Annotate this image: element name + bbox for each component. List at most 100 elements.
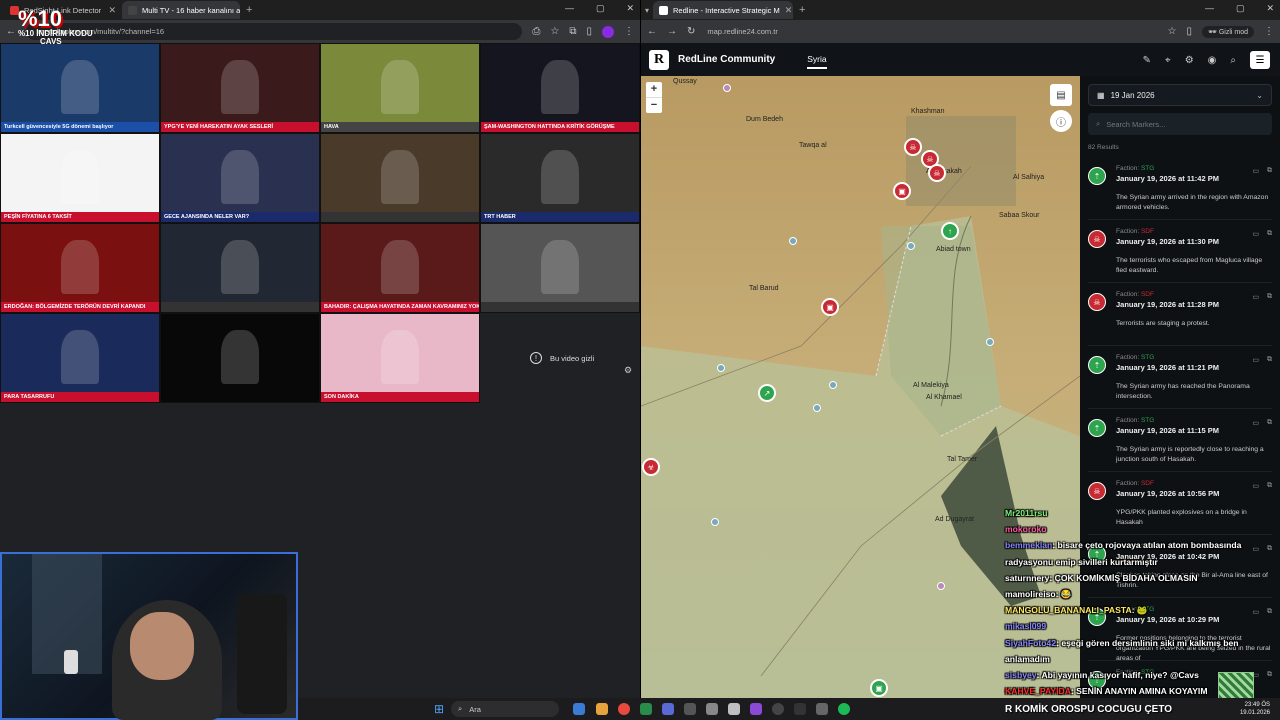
- marker-stg[interactable]: ↗: [758, 384, 776, 402]
- tv-channel-tile[interactable]: ŞAM-WASHINGTON HATTINDA KRİTİK GÖRÜŞME: [480, 43, 640, 133]
- taskbar-app-icon[interactable]: [640, 703, 652, 715]
- tv-channel-tile[interactable]: YPG'YE YENİ HAREKATIN AYAK SESLERİ: [160, 43, 320, 133]
- marker-stg[interactable]: ▣: [870, 679, 888, 697]
- settings-gear-icon[interactable]: ⚙: [624, 365, 632, 376]
- menu-dots-icon[interactable]: ⋮: [624, 26, 634, 37]
- search-icon[interactable]: ⌕: [1230, 55, 1236, 66]
- tv-channel-tile[interactable]: SON DAKİKA: [320, 313, 480, 403]
- map-pin[interactable]: [717, 364, 725, 372]
- profile-avatar[interactable]: [602, 25, 614, 38]
- taskbar-search[interactable]: ⌕ Ara: [451, 701, 559, 717]
- marker-sdf[interactable]: ☠: [928, 164, 946, 182]
- url-field[interactable]: mertskaplan.com/multitv/?channel=16: [26, 23, 523, 40]
- taskbar-app-icon[interactable]: [706, 703, 718, 715]
- tv-channel-tile[interactable]: TRT HABER: [480, 133, 640, 223]
- marker-entry[interactable]: ☠ Faction: SDF January 19, 2026 at 11:28 P…: [1088, 283, 1272, 346]
- map-layers-button[interactable]: ▤: [1050, 84, 1072, 106]
- taskbar-app-icon[interactable]: [816, 703, 828, 715]
- draw-icon[interactable]: ✎: [1143, 55, 1151, 66]
- map-pin[interactable]: [711, 518, 719, 526]
- app-logo[interactable]: R: [649, 49, 669, 70]
- sidebar-icon[interactable]: ▯: [1186, 26, 1192, 37]
- taskbar-app-icon[interactable]: [772, 703, 784, 715]
- map-pin[interactable]: [829, 381, 837, 389]
- taskbar-app-icon[interactable]: [750, 703, 762, 715]
- taskbar-app-icon[interactable]: [573, 703, 585, 715]
- maximize-icon[interactable]: ▢: [596, 3, 605, 14]
- external-link-icon[interactable]: ⧉: [1267, 167, 1272, 175]
- map-pin[interactable]: [789, 237, 797, 245]
- tv-channel-tile[interactable]: ERDOĞAN: BÖLGEMİZDE TERÖRÜN DEVRİ KAPAND…: [0, 223, 160, 313]
- forward-icon[interactable]: →: [667, 26, 677, 37]
- chrome-icon[interactable]: [618, 703, 630, 715]
- new-tab-icon[interactable]: +: [246, 4, 252, 16]
- map-pin[interactable]: [813, 404, 821, 412]
- incognito-badge[interactable]: 🕶 Gizli mod: [1201, 25, 1254, 38]
- install-icon[interactable]: ⎙: [532, 26, 540, 37]
- close-window-icon[interactable]: ✕: [1266, 3, 1274, 14]
- sidebar-icon[interactable]: ▯: [586, 26, 592, 37]
- minimize-icon[interactable]: —: [1205, 3, 1214, 14]
- close-tab-icon[interactable]: ✕: [108, 5, 116, 16]
- video-icon[interactable]: ▭: [1252, 482, 1259, 490]
- hamburger-menu-icon[interactable]: ☰: [1250, 51, 1270, 69]
- menu-dots-icon[interactable]: ⋮: [1264, 26, 1274, 37]
- marker-search-field[interactable]: ⌕ Search Markers...: [1088, 113, 1272, 135]
- tv-channel-tile[interactable]: [160, 223, 320, 313]
- new-tab-icon[interactable]: +: [799, 4, 805, 16]
- external-link-icon[interactable]: ⧉: [1267, 230, 1272, 238]
- map-pin[interactable]: [986, 338, 994, 346]
- marker-stg[interactable]: ↑: [941, 222, 959, 240]
- marker-sdf[interactable]: ☣: [642, 458, 660, 476]
- back-icon[interactable]: ←: [6, 26, 16, 37]
- location-pin-icon[interactable]: ⌖: [1165, 55, 1171, 66]
- zoom-in-button[interactable]: +: [646, 82, 662, 97]
- marker-entry[interactable]: ☠ Faction: SDF January 19, 2026 at 11:30 P…: [1088, 220, 1272, 283]
- marker-sdf[interactable]: ☠: [904, 138, 922, 156]
- reload-icon[interactable]: ↻: [687, 26, 695, 37]
- tab-multitv[interactable]: Multi TV - 16 haber kanalını ay ✕: [122, 1, 240, 19]
- tv-channel-tile[interactable]: PARA TASARRUFU: [0, 313, 160, 403]
- taskbar-app-icon[interactable]: [596, 703, 608, 715]
- tv-channel-tile[interactable]: Turkcell güvencesiyle 5G dönemi başlıyor: [0, 43, 160, 133]
- map-pin[interactable]: [723, 84, 731, 92]
- marker-sdf[interactable]: ▣: [893, 182, 911, 200]
- external-link-icon[interactable]: ⧉: [1267, 482, 1272, 490]
- close-window-icon[interactable]: ✕: [626, 3, 634, 14]
- date-selector[interactable]: ▦ 19 Jan 2026 ⌄: [1088, 84, 1272, 106]
- zoom-out-button[interactable]: −: [646, 97, 662, 113]
- marker-entry[interactable]: ⇡ Faction: STG January 19, 2026 at 11:21 P…: [1088, 346, 1272, 409]
- map-pin[interactable]: [907, 242, 915, 250]
- taskbar-clock[interactable]: 23:49 ÖS 19.01.2026: [1240, 701, 1270, 717]
- region-tab[interactable]: Syria: [807, 51, 827, 69]
- tv-channel-tile[interactable]: PEŞİN FİYATINA 6 TAKSİT: [0, 133, 160, 223]
- external-link-icon[interactable]: ⧉: [1267, 356, 1272, 364]
- tab-redline[interactable]: Redline - Interactive Strategic M ✕: [653, 1, 794, 19]
- spotify-icon[interactable]: [838, 703, 850, 715]
- maximize-icon[interactable]: ▢: [1236, 3, 1245, 14]
- bookmark-star-icon[interactable]: ☆: [1167, 26, 1176, 37]
- url-field[interactable]: map.redline24.com.tr: [705, 23, 1158, 40]
- taskbar-app-icon[interactable]: [728, 703, 740, 715]
- windows-start-icon[interactable]: ⊞: [434, 702, 444, 716]
- external-link-icon[interactable]: ⧉: [1267, 293, 1272, 301]
- tv-channel-tile[interactable]: GECE AJANSINDA NELER VAR?: [160, 133, 320, 223]
- taskbar-app-icon[interactable]: [794, 703, 806, 715]
- map-info-button[interactable]: ⓘ: [1050, 110, 1072, 132]
- video-icon[interactable]: ▭: [1252, 293, 1259, 301]
- map-pin[interactable]: [937, 582, 945, 590]
- video-icon[interactable]: ▭: [1252, 356, 1259, 364]
- taskbar-app-icon[interactable]: [684, 703, 696, 715]
- video-icon[interactable]: ▭: [1252, 230, 1259, 238]
- close-tab-icon[interactable]: ✕: [785, 5, 793, 16]
- external-link-icon[interactable]: ⧉: [1267, 419, 1272, 427]
- video-icon[interactable]: ▭: [1252, 167, 1259, 175]
- marker-entry[interactable]: ⇡ Faction: STG January 19, 2026 at 11:42 P…: [1088, 157, 1272, 220]
- tv-channel-tile[interactable]: [160, 313, 320, 403]
- back-icon[interactable]: ←: [647, 26, 657, 37]
- tv-channel-tile[interactable]: BAHADIR: ÇALIŞMA HAYATINDA ZAMAN KAVRAMI…: [320, 223, 480, 313]
- tv-channel-tile[interactable]: [320, 133, 480, 223]
- settings-icon[interactable]: ⚙: [1185, 55, 1194, 66]
- marker-sdf[interactable]: ▣: [821, 298, 839, 316]
- video-icon[interactable]: ▭: [1252, 419, 1259, 427]
